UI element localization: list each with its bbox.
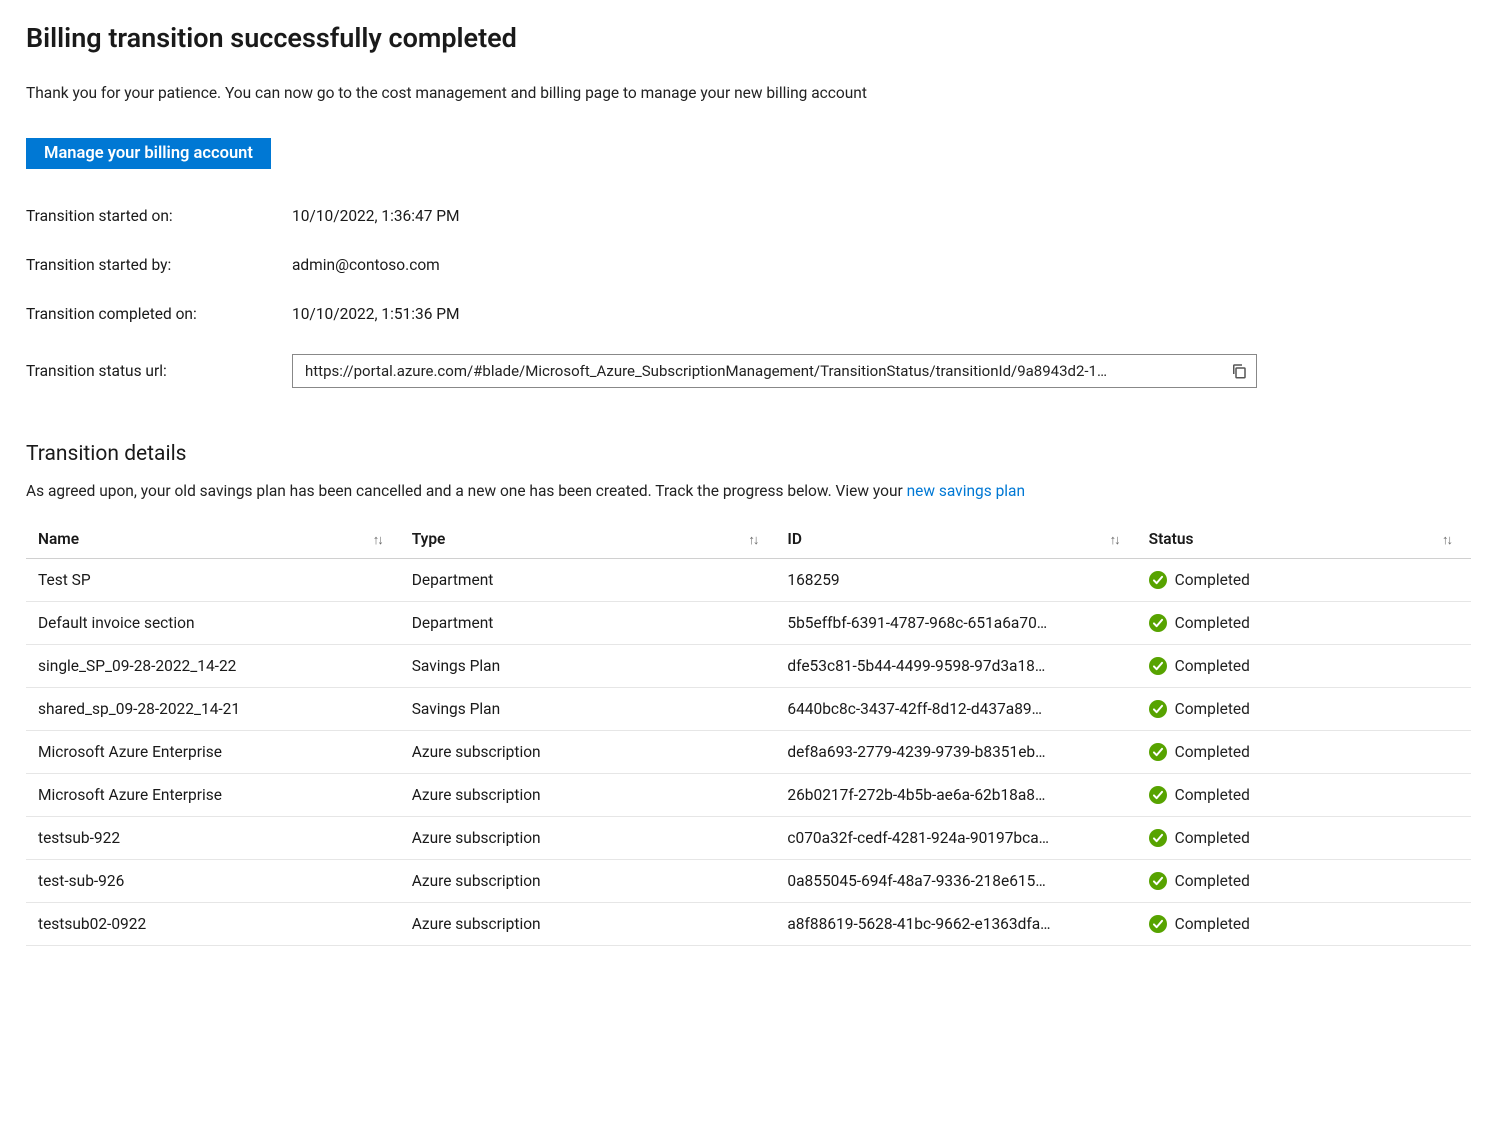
cell-id: c070a32f-cedf-4281-924a-90197bca… <box>777 817 1138 860</box>
status-text: Completed <box>1175 829 1250 847</box>
sort-icon[interactable]: ↑↓ <box>1442 532 1451 548</box>
check-circle-icon <box>1149 571 1167 589</box>
cell-status: Completed <box>1139 817 1471 860</box>
column-header-name-label: Name <box>38 530 79 548</box>
check-circle-icon <box>1149 915 1167 933</box>
intro-text: Thank you for your patience. You can now… <box>26 84 1471 102</box>
transition-details-desc: As agreed upon, your old savings plan ha… <box>26 482 1471 500</box>
transition-started-on-value: 10/10/2022, 1:36:47 PM <box>292 207 1471 225</box>
column-header-type[interactable]: Type ↑↓ <box>402 522 778 559</box>
check-circle-icon <box>1149 872 1167 890</box>
cell-name: testsub-922 <box>26 817 402 860</box>
cell-status: Completed <box>1139 731 1471 774</box>
cell-status: Completed <box>1139 903 1471 946</box>
manage-billing-button[interactable]: Manage your billing account <box>26 138 271 169</box>
cell-status: Completed <box>1139 860 1471 903</box>
cell-type: Azure subscription <box>402 817 778 860</box>
cell-name: Microsoft Azure Enterprise <box>26 774 402 817</box>
cell-status: Completed <box>1139 602 1471 645</box>
details-desc-text: As agreed upon, your old savings plan ha… <box>26 482 907 500</box>
cell-type: Department <box>402 559 778 602</box>
table-row: shared_sp_09-28-2022_14-21Savings Plan64… <box>26 688 1471 731</box>
status-text: Completed <box>1175 571 1250 589</box>
cell-id: 6440bc8c-3437-42ff-8d12-d437a89… <box>777 688 1138 731</box>
cell-name: shared_sp_09-28-2022_14-21 <box>26 688 402 731</box>
cell-status: Completed <box>1139 774 1471 817</box>
transition-completed-on-value: 10/10/2022, 1:51:36 PM <box>292 305 1471 323</box>
cell-type: Azure subscription <box>402 903 778 946</box>
status-text: Completed <box>1175 657 1250 675</box>
table-row: single_SP_09-28-2022_14-22Savings Plandf… <box>26 645 1471 688</box>
cell-id: 26b0217f-272b-4b5b-ae6a-62b18a8… <box>777 774 1138 817</box>
transition-started-by-value: admin@contoso.com <box>292 256 1471 274</box>
transition-details-heading: Transition details <box>26 442 1471 466</box>
cell-name: Microsoft Azure Enterprise <box>26 731 402 774</box>
cell-name: Test SP <box>26 559 402 602</box>
column-header-id-label: ID <box>787 530 802 548</box>
cell-name: test-sub-926 <box>26 860 402 903</box>
check-circle-icon <box>1149 614 1167 632</box>
cell-type: Azure subscription <box>402 731 778 774</box>
transition-status-url-field[interactable]: https://portal.azure.com/#blade/Microsof… <box>292 354 1257 388</box>
cell-id: dfe53c81-5b44-4499-9598-97d3a18… <box>777 645 1138 688</box>
status-text: Completed <box>1175 614 1250 632</box>
column-header-status[interactable]: Status ↑↓ <box>1139 522 1471 559</box>
column-header-status-label: Status <box>1149 530 1194 548</box>
sort-icon[interactable]: ↑↓ <box>1110 532 1119 548</box>
cell-id: def8a693-2779-4239-9739-b8351eb… <box>777 731 1138 774</box>
check-circle-icon <box>1149 657 1167 675</box>
page-title: Billing transition successfully complete… <box>26 22 1471 54</box>
status-text: Completed <box>1175 700 1250 718</box>
sort-icon[interactable]: ↑↓ <box>373 532 382 548</box>
table-row: Microsoft Azure EnterpriseAzure subscrip… <box>26 774 1471 817</box>
check-circle-icon <box>1149 829 1167 847</box>
table-row: test-sub-926Azure subscription0a855045-6… <box>26 860 1471 903</box>
cell-status: Completed <box>1139 688 1471 731</box>
cell-type: Department <box>402 602 778 645</box>
status-text: Completed <box>1175 743 1250 761</box>
cell-id: 0a855045-694f-48a7-9336-218e615… <box>777 860 1138 903</box>
new-savings-plan-link[interactable]: new savings plan <box>907 482 1025 500</box>
cell-id: 5b5effbf-6391-4787-968c-651a6a70… <box>777 602 1138 645</box>
transition-started-by-label: Transition started by: <box>26 256 292 274</box>
cell-status: Completed <box>1139 559 1471 602</box>
table-row: Microsoft Azure EnterpriseAzure subscrip… <box>26 731 1471 774</box>
check-circle-icon <box>1149 786 1167 804</box>
transition-status-url-label: Transition status url: <box>26 362 292 380</box>
cell-type: Azure subscription <box>402 860 778 903</box>
status-text: Completed <box>1175 915 1250 933</box>
check-circle-icon <box>1149 700 1167 718</box>
sort-icon[interactable]: ↑↓ <box>748 532 757 548</box>
column-header-name[interactable]: Name ↑↓ <box>26 522 402 559</box>
transition-completed-on-label: Transition completed on: <box>26 305 292 323</box>
status-text: Completed <box>1175 872 1250 890</box>
cell-status: Completed <box>1139 645 1471 688</box>
copy-icon[interactable] <box>1230 362 1248 380</box>
table-row: testsub-922Azure subscriptionc070a32f-ce… <box>26 817 1471 860</box>
table-row: Test SPDepartment168259 Completed <box>26 559 1471 602</box>
cell-id: a8f88619-5628-41bc-9662-e1363dfa… <box>777 903 1138 946</box>
table-row: testsub02-0922Azure subscriptiona8f88619… <box>26 903 1471 946</box>
cell-type: Azure subscription <box>402 774 778 817</box>
transition-status-url-value: https://portal.azure.com/#blade/Microsof… <box>305 362 1216 380</box>
status-text: Completed <box>1175 786 1250 804</box>
cell-type: Savings Plan <box>402 688 778 731</box>
transition-table: Name ↑↓ Type ↑↓ ID ↑↓ Status ↑↓ Test SPD… <box>26 522 1471 946</box>
cell-name: Default invoice section <box>26 602 402 645</box>
transition-started-on-label: Transition started on: <box>26 207 292 225</box>
table-row: Default invoice sectionDepartment5b5effb… <box>26 602 1471 645</box>
cell-name: testsub02-0922 <box>26 903 402 946</box>
cell-type: Savings Plan <box>402 645 778 688</box>
column-header-id[interactable]: ID ↑↓ <box>777 522 1138 559</box>
check-circle-icon <box>1149 743 1167 761</box>
cell-id: 168259 <box>777 559 1138 602</box>
cell-name: single_SP_09-28-2022_14-22 <box>26 645 402 688</box>
column-header-type-label: Type <box>412 530 446 548</box>
